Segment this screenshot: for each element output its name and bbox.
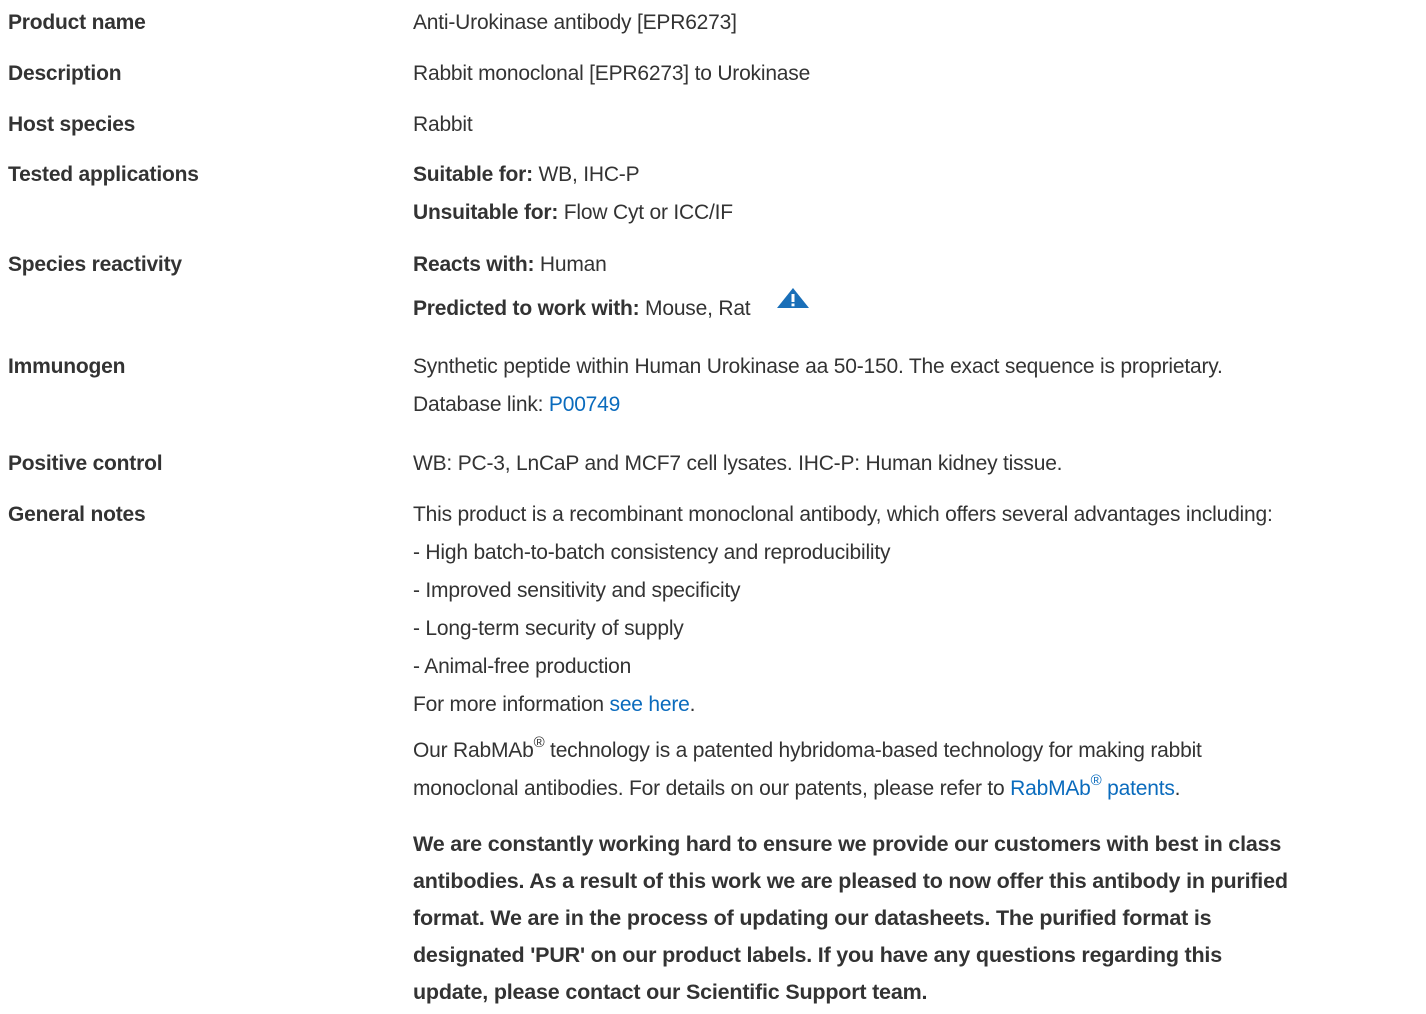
host-species-row: Host species Rabbit bbox=[0, 106, 1426, 146]
positive-control-label: Positive control bbox=[8, 452, 163, 475]
notice-line: antibodies. As a result of this work we … bbox=[413, 869, 1288, 893]
rabmab-prefix: Our bbox=[413, 739, 454, 762]
general-notes-intro: This product is a recombinant monoclonal… bbox=[413, 503, 1273, 526]
product-name-label: Product name bbox=[8, 11, 146, 34]
notice-line: format. We are in the process of updatin… bbox=[413, 906, 1212, 930]
reacts-with-value: Human bbox=[534, 253, 607, 276]
see-here-link[interactable]: see here bbox=[610, 693, 690, 716]
product-name-value: Anti-Urokinase antibody [EPR6273] bbox=[413, 11, 737, 34]
database-link-prefix: Database link: bbox=[413, 393, 549, 416]
tested-applications-label: Tested applications bbox=[8, 163, 199, 186]
immunogen-row: Immunogen Synthetic peptide within Human… bbox=[0, 348, 1426, 424]
notice-line: We are constantly working hard to ensure… bbox=[413, 832, 1282, 856]
rabmab-text-1: technology is a patented hybridoma-based… bbox=[544, 739, 1202, 762]
species-reactivity-label: Species reactivity bbox=[8, 253, 182, 276]
rabmab-link-word: RabMAb bbox=[1010, 777, 1091, 800]
suitable-for-label: Suitable for: bbox=[413, 163, 533, 186]
suitable-for-value: WB, IHC-P bbox=[532, 163, 640, 186]
database-link-line: Database link: P00749 bbox=[413, 386, 1423, 424]
rabmab-link-rest: patents bbox=[1101, 777, 1175, 800]
immunogen-label: Immunogen bbox=[8, 355, 126, 378]
immunogen-value: Synthetic peptide within Human Urokinase… bbox=[413, 355, 1223, 378]
general-notes-row: General notes This product is a recombin… bbox=[0, 496, 1426, 1014]
description-value: Rabbit monoclonal [EPR6273] to Urokinase bbox=[413, 62, 811, 85]
registered-mark: ® bbox=[1090, 772, 1102, 789]
purified-format-notice: We are constantly working hard to ensure… bbox=[413, 826, 1423, 1011]
reacts-with-label: Reacts with: bbox=[413, 253, 535, 276]
bullet-item: - High batch-to-batch consistency and re… bbox=[413, 541, 891, 564]
description-row: Description Rabbit monoclonal [EPR6273] … bbox=[0, 55, 1426, 95]
rabmab-text-2: monoclonal antibodies. For details on ou… bbox=[413, 777, 1011, 800]
tested-applications-row: Tested applications Suitable for: WB, IH… bbox=[0, 156, 1426, 232]
predicted-label: Predicted to work with: bbox=[413, 297, 640, 320]
datasheet-table: Product name Anti-Urokinase antibody [EP… bbox=[0, 0, 1426, 1014]
unsuitable-for-label: Unsuitable for: bbox=[413, 201, 559, 224]
bullet-item: - Improved sensitivity and specificity bbox=[413, 579, 741, 602]
rabmab-line-2: monoclonal antibodies. For details on ou… bbox=[413, 770, 1423, 808]
predicted-line: Predicted to work with: Mouse, Rat bbox=[413, 288, 1423, 328]
suitable-for-line: Suitable for: WB, IHC-P bbox=[413, 156, 1423, 194]
database-link[interactable]: P00749 bbox=[549, 393, 620, 416]
more-info-prefix: For more information bbox=[413, 693, 610, 716]
rabmab-end: . bbox=[1174, 777, 1181, 800]
predicted-value: Mouse, Rat bbox=[639, 297, 751, 320]
bullet-item: - Animal-free production bbox=[413, 655, 632, 678]
positive-control-row: Positive control WB: PC-3, LnCaP and MCF… bbox=[0, 445, 1426, 485]
positive-control-value: WB: PC-3, LnCaP and MCF7 cell lysates. I… bbox=[413, 452, 1063, 475]
unsuitable-for-line: Unsuitable for: Flow Cyt or ICC/IF bbox=[413, 194, 1423, 232]
bullet-item: - Long-term security of supply bbox=[413, 617, 684, 640]
product-name-row: Product name Anti-Urokinase antibody [EP… bbox=[0, 4, 1426, 44]
unsuitable-for-value: Flow Cyt or ICC/IF bbox=[558, 201, 733, 224]
host-species-value: Rabbit bbox=[413, 113, 473, 136]
rabmab-line-1: Our RabMAb® technology is a patented hyb… bbox=[413, 732, 1423, 770]
description-label: Description bbox=[8, 62, 122, 85]
species-reactivity-row: Species reactivity Reacts with: Human Pr… bbox=[0, 246, 1426, 342]
general-notes-label: General notes bbox=[8, 503, 146, 526]
notice-line: update, please contact our Scientific Su… bbox=[413, 980, 928, 1004]
warning-triangle-icon[interactable] bbox=[776, 284, 810, 322]
notice-line: designated 'PUR' on our product labels. … bbox=[413, 943, 1222, 967]
host-species-label: Host species bbox=[8, 113, 136, 136]
more-info-line: For more information see here. bbox=[413, 686, 1423, 724]
rabmab-patents-link[interactable]: RabMAb® patents bbox=[1010, 773, 1175, 800]
more-info-suffix: . bbox=[689, 693, 696, 716]
reacts-with-line: Reacts with: Human bbox=[413, 246, 1423, 284]
rabmab-word: RabMAb bbox=[453, 739, 534, 762]
registered-mark: ® bbox=[533, 734, 545, 751]
